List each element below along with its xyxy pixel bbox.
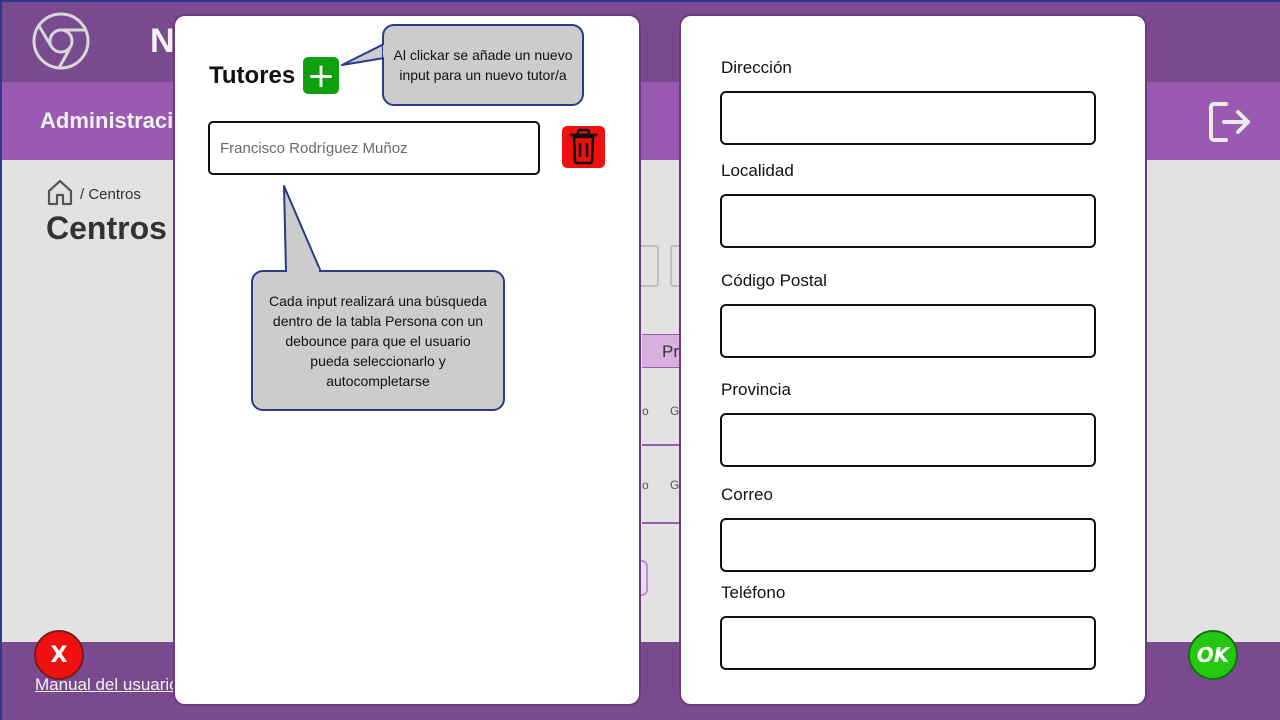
logout-icon[interactable] bbox=[1208, 100, 1252, 144]
breadcrumb: / Centros bbox=[80, 186, 141, 203]
telefono-input[interactable] bbox=[720, 616, 1096, 670]
ok-button[interactable]: OK bbox=[1188, 630, 1238, 680]
add-tutor-button[interactable]: + bbox=[303, 57, 339, 94]
trash-icon bbox=[569, 128, 598, 165]
background-table-row: o G bbox=[642, 448, 682, 524]
row-fragment: G bbox=[670, 404, 680, 418]
delete-tutor-button[interactable] bbox=[562, 126, 605, 168]
telefono-label: Teléfono bbox=[721, 583, 786, 602]
app-title: N bbox=[150, 22, 175, 60]
provincia-input[interactable] bbox=[720, 413, 1096, 467]
add-tutor-callout-text: Al clickar se añade un nuevo input para … bbox=[393, 47, 573, 83]
background-table-header: Pr bbox=[642, 334, 682, 368]
row-fragment: o bbox=[642, 478, 649, 492]
search-callout-text: Cada input realizará una búsqueda dentro… bbox=[269, 292, 487, 389]
correo-input[interactable] bbox=[720, 518, 1096, 572]
correo-label: Correo bbox=[721, 485, 773, 504]
background-table-row: o G bbox=[642, 370, 682, 446]
search-callout: Cada input realizará una búsqueda dentro… bbox=[251, 270, 505, 411]
nav-title: Administracio bbox=[40, 108, 187, 133]
localidad-label: Localidad bbox=[721, 161, 794, 180]
codigo-postal-label: Código Postal bbox=[721, 271, 827, 290]
tutor-search-input[interactable] bbox=[208, 121, 540, 175]
codigo-postal-input[interactable] bbox=[720, 304, 1096, 358]
localidad-input[interactable] bbox=[720, 194, 1096, 248]
provincia-label: Provincia bbox=[721, 380, 791, 399]
direccion-input[interactable] bbox=[720, 91, 1096, 145]
chrome-logo-icon bbox=[32, 12, 90, 70]
row-fragment: o bbox=[642, 404, 649, 418]
tutores-title: Tutores bbox=[209, 62, 296, 89]
home-icon[interactable] bbox=[46, 178, 74, 206]
row-fragment: G bbox=[670, 478, 680, 492]
cancel-button[interactable]: X bbox=[34, 630, 84, 680]
direccion-label: Dirección bbox=[721, 58, 792, 77]
add-tutor-callout: Al clickar se añade un nuevo input para … bbox=[382, 24, 584, 106]
background-filter-box bbox=[638, 245, 659, 287]
page-title: Centros bbox=[46, 210, 167, 246]
